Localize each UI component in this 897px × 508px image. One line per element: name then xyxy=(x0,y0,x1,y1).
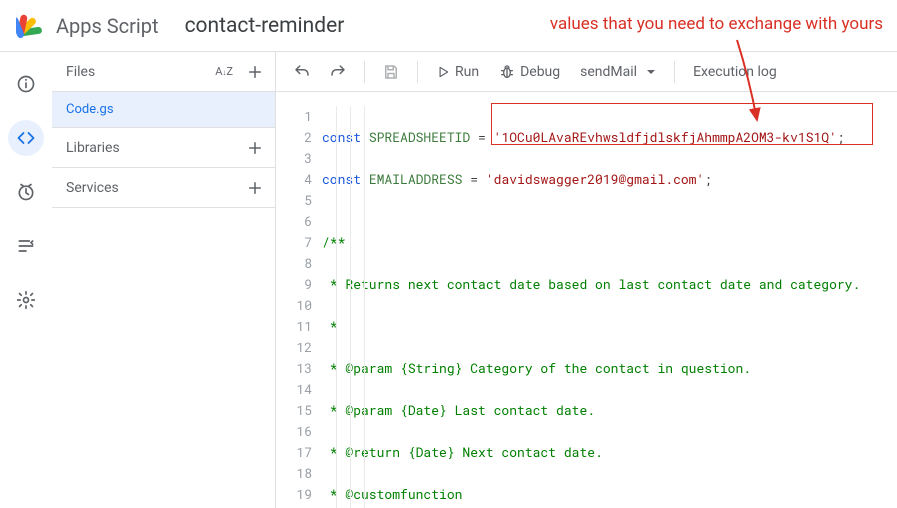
execlog-label: Execution log xyxy=(693,64,777,80)
executions-nav[interactable] xyxy=(8,228,44,264)
triggers-nav[interactable] xyxy=(8,174,44,210)
undo-button[interactable] xyxy=(286,56,318,88)
chevron-down-icon xyxy=(646,67,656,77)
add-file-button[interactable] xyxy=(243,60,267,84)
app-label: Apps Script xyxy=(56,14,159,38)
settings-nav[interactable] xyxy=(8,282,44,318)
code-content[interactable]: const SPREADSHEETID = '1OCu0LAvaREvhwsld… xyxy=(322,106,897,508)
function-select[interactable]: sendMail xyxy=(572,56,664,88)
project-title[interactable]: contact-reminder xyxy=(185,14,345,38)
debug-label: Debug xyxy=(520,64,560,80)
debug-icon xyxy=(499,64,515,80)
editor-nav[interactable] xyxy=(8,120,44,156)
editor-panel: Run Debug sendMail Execution log 1234567… xyxy=(276,52,897,508)
save-button[interactable] xyxy=(375,56,407,88)
run-button[interactable]: Run xyxy=(428,56,487,88)
redo-button[interactable] xyxy=(322,56,354,88)
toolbar-separator xyxy=(674,61,675,83)
line-gutter: 12345678910111213141516171819 xyxy=(276,106,322,508)
add-service-button[interactable] xyxy=(243,176,267,200)
app-header: Apps Script contact-reminder values that… xyxy=(0,0,897,52)
sort-button[interactable]: A↓Z xyxy=(215,65,233,78)
libraries-label: Libraries xyxy=(66,140,243,156)
files-header: Files A↓Z xyxy=(52,52,275,92)
add-library-button[interactable] xyxy=(243,136,267,160)
apps-script-logo-icon xyxy=(16,10,48,42)
annotation-text: values that you need to exchange with yo… xyxy=(550,14,883,34)
libraries-section: Libraries xyxy=(52,128,275,168)
toolbar-separator xyxy=(364,61,365,83)
editor-toolbar: Run Debug sendMail Execution log xyxy=(276,52,897,92)
toolbar-separator xyxy=(417,61,418,83)
play-icon xyxy=(436,65,450,79)
services-label: Services xyxy=(66,180,243,196)
files-label: Files xyxy=(66,64,215,80)
debug-button[interactable]: Debug xyxy=(491,56,568,88)
code-editor[interactable]: 12345678910111213141516171819 const SPRE… xyxy=(276,92,897,508)
run-label: Run xyxy=(455,64,479,80)
file-item[interactable]: Code.gs xyxy=(52,92,275,128)
files-panel: Files A↓Z Code.gs Libraries Services xyxy=(52,52,276,508)
function-name: sendMail xyxy=(580,64,637,80)
execution-log-button[interactable]: Execution log xyxy=(685,56,785,88)
overview-nav[interactable] xyxy=(8,66,44,102)
services-section: Services xyxy=(52,168,275,208)
left-rail xyxy=(0,52,52,508)
